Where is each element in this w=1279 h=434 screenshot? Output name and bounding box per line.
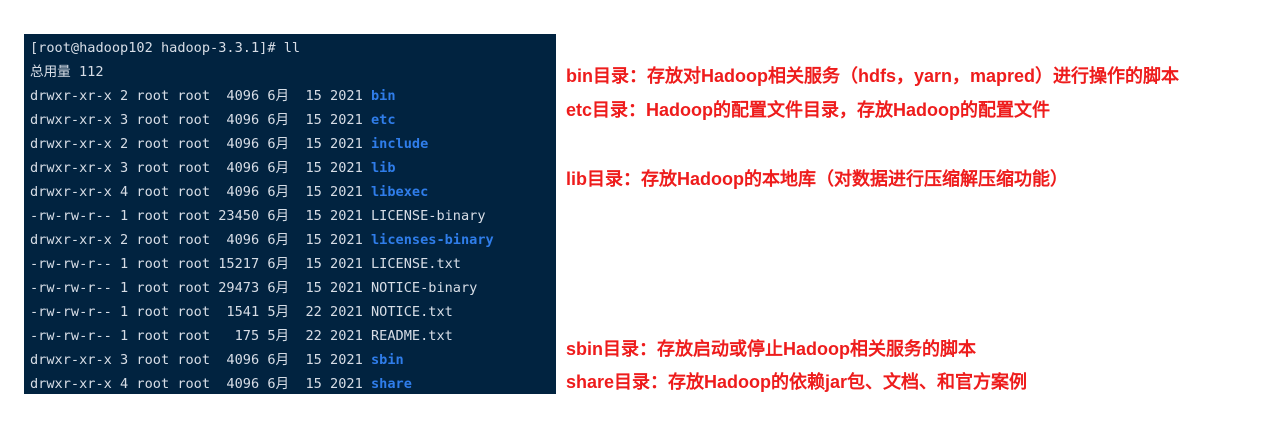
listing-row: drwxr-xr-x 3 root root 4096 6月 15 2021 l… <box>30 156 556 180</box>
directory-name: include <box>370 136 429 152</box>
listing-row: drwxr-xr-x 2 root root 4096 6月 15 2021 b… <box>30 84 556 108</box>
entry-info: drwxr-xr-x 2 root root 4096 6月 15 2021 <box>30 136 371 152</box>
file-name: NOTICE-binary <box>370 280 478 296</box>
directory-name: lib <box>370 160 396 176</box>
listing-row: -rw-rw-r-- 1 root root 23450 6月 15 2021 … <box>30 204 556 228</box>
listing-row: drwxr-xr-x 2 root root 4096 6月 15 2021 i… <box>30 132 556 156</box>
entry-info: -rw-rw-r-- 1 root root 1541 5月 22 2021 <box>30 304 371 320</box>
listing-row: drwxr-xr-x 4 root root 4096 6月 15 2021 l… <box>30 180 556 204</box>
listing-row: -rw-rw-r-- 1 root root 15217 6月 15 2021 … <box>30 252 556 276</box>
share-annotation: share目录：存放Hadoop的依赖jar包、文档、和官方案例 <box>566 372 1028 392</box>
listing-row: drwxr-xr-x 3 root root 4096 6月 15 2021 s… <box>30 348 556 372</box>
file-name: NOTICE.txt <box>370 304 453 320</box>
entry-info: drwxr-xr-x 4 root root 4096 6月 15 2021 <box>30 376 371 392</box>
directory-name: licenses-binary <box>370 232 494 248</box>
listing-row: drwxr-xr-x 3 root root 4096 6月 15 2021 e… <box>30 108 556 132</box>
lib-annotation: lib目录：存放Hadoop的本地库（对数据进行压缩解压缩功能） <box>566 169 1068 189</box>
terminal-window[interactable]: [root@hadoop102 hadoop-3.3.1]# ll 总用量 11… <box>24 34 556 394</box>
directory-name: libexec <box>370 184 429 200</box>
listing-row: drwxr-xr-x 2 root root 4096 6月 15 2021 l… <box>30 228 556 252</box>
sbin-annotation: sbin目录：存放启动或停止Hadoop相关服务的脚本 <box>566 339 976 359</box>
entry-info: drwxr-xr-x 2 root root 4096 6月 15 2021 <box>30 88 371 104</box>
entry-info: -rw-rw-r-- 1 root root 15217 6月 15 2021 <box>30 256 371 272</box>
file-listing: drwxr-xr-x 2 root root 4096 6月 15 2021 b… <box>30 84 556 396</box>
bin-annotation: bin目录：存放对Hadoop相关服务（hdfs，yarn，mapred）进行操… <box>566 66 1180 86</box>
total-size: 总用量 112 <box>30 64 104 80</box>
entry-info: drwxr-xr-x 2 root root 4096 6月 15 2021 <box>30 232 371 248</box>
directory-name: etc <box>370 112 396 128</box>
file-name: LICENSE.txt <box>370 256 461 272</box>
entry-info: drwxr-xr-x 3 root root 4096 6月 15 2021 <box>30 112 371 128</box>
listing-row: -rw-rw-r-- 1 root root 175 5月 22 2021 RE… <box>30 324 556 348</box>
entry-info: -rw-rw-r-- 1 root root 23450 6月 15 2021 <box>30 208 371 224</box>
command-prompt: [root@hadoop102 hadoop-3.3.1]# ll <box>30 40 301 56</box>
etc-annotation: etc目录：Hadoop的配置文件目录，存放Hadoop的配置文件 <box>566 100 1050 120</box>
listing-row: drwxr-xr-x 4 root root 4096 6月 15 2021 s… <box>30 372 556 396</box>
entry-info: -rw-rw-r-- 1 root root 29473 6月 15 2021 <box>30 280 371 296</box>
directory-name: share <box>370 376 412 392</box>
entry-info: drwxr-xr-x 4 root root 4096 6月 15 2021 <box>30 184 371 200</box>
entry-info: -rw-rw-r-- 1 root root 175 5月 22 2021 <box>30 328 371 344</box>
directory-name: sbin <box>370 352 404 368</box>
listing-row: -rw-rw-r-- 1 root root 29473 6月 15 2021 … <box>30 276 556 300</box>
entry-info: drwxr-xr-x 3 root root 4096 6月 15 2021 <box>30 160 371 176</box>
file-name: LICENSE-binary <box>370 208 486 224</box>
listing-row: -rw-rw-r-- 1 root root 1541 5月 22 2021 N… <box>30 300 556 324</box>
directory-name: bin <box>370 88 396 104</box>
file-name: README.txt <box>370 328 453 344</box>
entry-info: drwxr-xr-x 3 root root 4096 6月 15 2021 <box>30 352 371 368</box>
